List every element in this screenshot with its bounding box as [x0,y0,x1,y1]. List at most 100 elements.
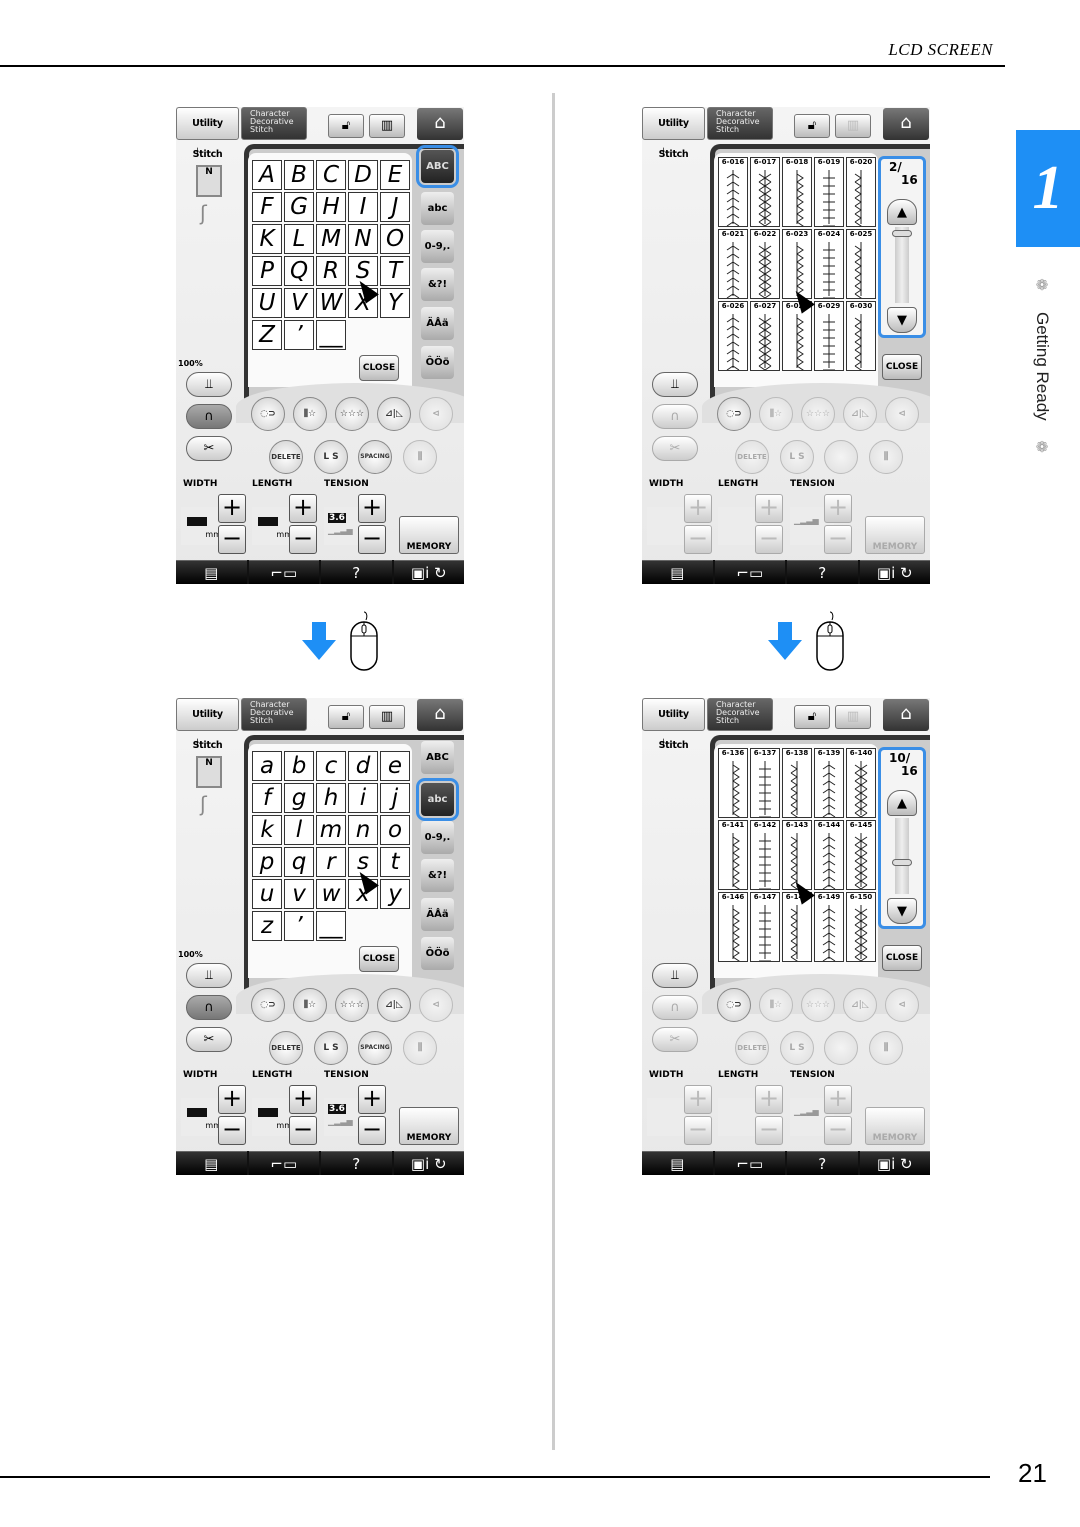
character-key[interactable]: k [252,815,282,845]
stitch-pattern[interactable]: 6-140 [846,748,876,818]
stitch-pattern[interactable]: 6-018 [782,157,812,227]
pattern-repeat-button[interactable]: ☆☆☆ [801,397,835,431]
mirror-horizontal-button[interactable]: ⊲ [885,988,919,1022]
scroll-down-button[interactable]: ▼ [887,898,917,924]
book-button[interactable]: ▥ [835,705,871,729]
stitch-length-button[interactable]: ⫼☆ [759,988,793,1022]
stitch-pattern[interactable]: 6-029 [814,301,844,371]
stitch-length-button[interactable]: ⫼☆ [759,397,793,431]
mirror-vertical-button[interactable]: ⊿|◺ [377,988,411,1022]
thread-cutter-button[interactable]: ✂ [186,436,232,461]
mirror-horizontal-button[interactable]: ⊲ [419,988,453,1022]
spacing-button[interactable]: SPACING [358,440,392,474]
character-decorative-stitch-tab[interactable]: Character Decorative Stitch [241,107,307,140]
stitch-pattern[interactable]: 6-138 [782,748,812,818]
character-key[interactable]: H [316,192,346,222]
stitch-pattern[interactable]: 6-137 [750,748,780,818]
character-key[interactable]: V [284,288,314,318]
char-set-tab[interactable]: ÄÅä [421,307,454,340]
lock-button[interactable]: 🔓︎ [328,114,364,138]
image-button[interactable]: ◌⊃ [251,988,285,1022]
stitch-pattern[interactable]: 6-030 [846,301,876,371]
character-key[interactable]: T [380,256,410,286]
char-set-tab[interactable]: ÔÖö [421,346,454,379]
scroll-thumb[interactable] [892,858,912,866]
stitch-pattern[interactable]: 6-028 [782,301,812,371]
reverse-button[interactable]: ∩ [186,995,232,1020]
character-key[interactable]: A [252,160,282,190]
close-button[interactable]: CLOSE [882,354,922,380]
utility-stitch-tab[interactable]: Utility Stitch [642,107,705,160]
book-button[interactable]: ▥ [369,114,405,138]
lock-button[interactable]: 🔓︎ [328,705,364,729]
stitch-length-button[interactable]: ⫼☆ [293,397,327,431]
character-key[interactable]: g [284,783,314,813]
scroll-down-button[interactable]: ▼ [887,307,917,333]
character-key[interactable]: B [284,160,314,190]
mirror-horizontal-button[interactable]: ⊲ [885,397,919,431]
character-key[interactable]: m [316,815,346,845]
character-key[interactable]: t [380,847,410,877]
stitch-pattern[interactable]: 6-145 [846,820,876,890]
memory-button[interactable]: MEMORY [865,516,925,554]
character-key[interactable]: z [252,911,282,941]
char-set-tab[interactable]: &?! [421,268,454,301]
help-button[interactable]: ? [787,560,858,584]
close-button[interactable]: CLOSE [359,946,399,972]
character-key[interactable]: N [348,224,378,254]
home-button[interactable]: ⌂ [883,108,929,140]
settings-button[interactable]: ▤ [642,560,713,584]
stitch-pattern[interactable]: 6-021 [718,229,748,299]
char-set-tab[interactable]: abc [421,192,454,225]
memory-button[interactable]: MEMORY [399,1107,459,1145]
character-key[interactable]: C [316,160,346,190]
length-plus-button[interactable]: + [289,494,317,523]
home-button[interactable]: ⌂ [417,108,463,140]
stitch-length-button[interactable]: ⫼☆ [293,988,327,1022]
stitch-pattern[interactable]: 6-025 [846,229,876,299]
tutorial-button[interactable]: ▣i ↻ [393,560,464,584]
utility-stitch-tab[interactable]: Utility Stitch [176,698,239,751]
character-key[interactable]: b [284,751,314,781]
character-key[interactable]: p [252,847,282,877]
blank-button[interactable] [824,1031,858,1065]
stitch-pattern[interactable]: 6-022 [750,229,780,299]
character-key[interactable]: M [316,224,346,254]
width-minus-button[interactable]: − [218,1116,246,1145]
char-set-tab[interactable]: ABC [416,145,459,188]
stitch-pattern[interactable]: 6-020 [846,157,876,227]
sewing-machine-button[interactable]: ⌐▭ [714,1151,785,1175]
reverse-button[interactable]: ∩ [186,404,232,429]
width-plus-button[interactable]: + [684,1085,712,1114]
character-key[interactable]: ’ [284,911,314,941]
size-ls-button[interactable]: L S [780,1031,814,1065]
stitch-pattern[interactable]: 6-026 [718,301,748,371]
help-button[interactable]: ? [321,560,392,584]
stitch-pattern[interactable]: 6-136 [718,748,748,818]
character-key[interactable]: ’ [284,320,314,350]
home-button[interactable]: ⌂ [417,699,463,731]
scroll-up-button[interactable]: ▲ [887,199,917,225]
stitch-pattern[interactable]: 6-144 [814,820,844,890]
lock-button[interactable]: 🔓︎ [794,705,830,729]
character-key[interactable]: d [348,751,378,781]
scroll-track[interactable] [892,227,912,303]
scroll-up-button[interactable]: ▲ [887,790,917,816]
char-set-tab[interactable]: 0-9,. [421,821,454,854]
size-ls-button[interactable]: L S [314,440,348,474]
char-set-tab[interactable]: 0-9,. [421,230,454,263]
twin-needle-button[interactable]: ⫴ [403,440,437,474]
character-key[interactable]: r [316,847,346,877]
pattern-repeat-button[interactable]: ☆☆☆ [335,397,369,431]
image-button[interactable]: ◌⊃ [717,397,751,431]
blank-button[interactable] [824,440,858,474]
character-key[interactable]: J [380,192,410,222]
thread-cutter-button[interactable]: ✂ [652,436,698,461]
scroll-thumb[interactable] [892,230,912,238]
tension-minus-button[interactable]: − [358,525,386,554]
character-key[interactable]: Q [284,256,314,286]
length-minus-button[interactable]: − [289,1116,317,1145]
length-plus-button[interactable]: + [289,1085,317,1114]
character-key[interactable]: h [316,783,346,813]
length-plus-button[interactable]: + [755,1085,783,1114]
